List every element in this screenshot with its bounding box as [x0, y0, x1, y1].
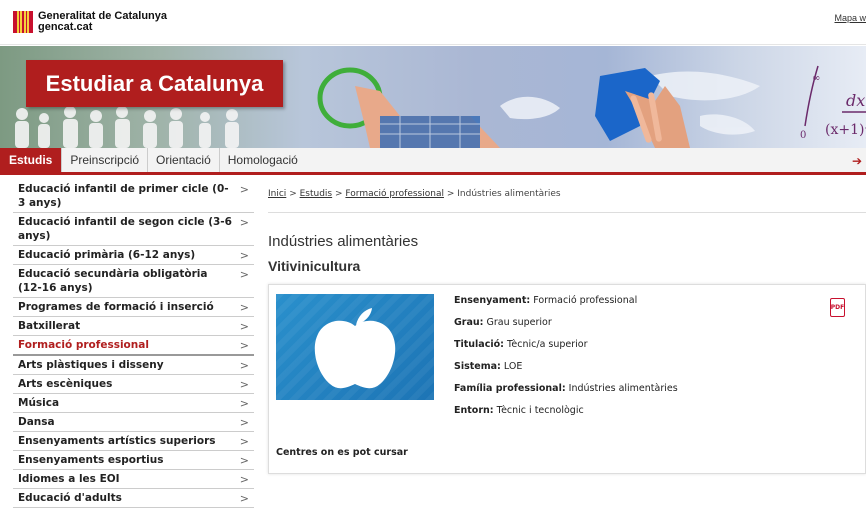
sidebar-item-arts-esceniques[interactable]: Arts escèniques >	[13, 375, 254, 394]
sidebar-item-eso[interactable]: Educació secundària obligatòria (12-16 a…	[13, 265, 254, 298]
top-bar: Generalitat de Catalunya gencat.cat Mapa…	[0, 0, 866, 45]
main-nav: Estudis Preinscripció Orientació Homolog…	[0, 148, 866, 175]
breadcrumb-current: Indústries alimentàries	[457, 189, 561, 199]
sidebar-item-formacio-professional[interactable]: Formació professional >	[13, 336, 254, 356]
gencat-logo[interactable]: Generalitat de Catalunya gencat.cat	[13, 11, 167, 33]
chevron-right-icon: >	[239, 378, 249, 391]
apple-icon	[314, 308, 396, 389]
field-titulacio: Titulació: Tècnic/a superior	[454, 339, 588, 350]
sidebar-item-infantil-segon-cicle[interactable]: Educació infantil de segon cicle (3-6 an…	[13, 213, 254, 246]
breadcrumb-link-formacio-professional[interactable]: Formació professional	[345, 189, 444, 199]
chevron-right-icon: >	[239, 216, 249, 229]
sidebar-item-infantil-primer-cicle[interactable]: Educació infantil de primer cicle (0-3 a…	[13, 180, 254, 213]
nav-tab-preinscripcio[interactable]: Preinscripció	[62, 148, 149, 172]
nav-tab-orientacio[interactable]: Orientació	[148, 148, 220, 172]
children-silhouettes-icon	[15, 106, 239, 148]
svg-text:(x+1)√x: (x+1)√x	[825, 122, 866, 138]
arrow-right-icon[interactable]: ➔	[852, 154, 862, 168]
sidebar-item-dansa[interactable]: Dansa >	[13, 413, 254, 432]
main-content: Inici > Estudis > Formació professional …	[268, 180, 866, 474]
chevron-right-icon: >	[239, 359, 249, 372]
sidebar: Educació infantil de primer cicle (0-3 a…	[13, 180, 254, 508]
sidebar-item-esportius[interactable]: Ensenyaments esportius >	[13, 451, 254, 470]
page-title: Indústries alimentàries	[268, 233, 419, 250]
sidebar-item-formacio-insercio[interactable]: Programes de formació i inserció >	[13, 298, 254, 317]
sidebar-item-primaria[interactable]: Educació primària (6-12 anys) >	[13, 246, 254, 265]
sidebar-item-artistics-superiors[interactable]: Ensenyaments artístics superiors >	[13, 432, 254, 451]
page-subtitle: Vitivinicultura	[268, 258, 361, 274]
field-ensenyament: Ensenyament: Formació professional	[454, 295, 638, 306]
chevron-right-icon: >	[239, 268, 249, 281]
site-map-link[interactable]: Mapa w	[834, 13, 866, 23]
breadcrumb: Inici > Estudis > Formació professional …	[268, 180, 866, 213]
centres-heading: Centres on es pot cursar	[276, 447, 408, 458]
pdf-icon[interactable]: PDF	[830, 298, 845, 317]
chevron-right-icon: >	[239, 320, 249, 333]
sidebar-item-arts-plastiques[interactable]: Arts plàstiques i disseny >	[13, 356, 254, 375]
hero-banner: ∞ 0 dx (x+1)√x Estudiar a Catalunya	[0, 46, 866, 148]
banner-title[interactable]: Estudiar a Catalunya	[26, 60, 283, 107]
chevron-right-icon: >	[239, 339, 249, 352]
field-sistema: Sistema: LOE	[454, 361, 523, 372]
study-image	[276, 294, 434, 400]
logo-line-2: gencat.cat	[38, 21, 93, 33]
svg-text:∞: ∞	[812, 73, 820, 84]
breadcrumb-link-estudis[interactable]: Estudis	[300, 189, 333, 199]
chevron-right-icon: >	[239, 416, 249, 429]
chevron-right-icon: >	[239, 473, 249, 486]
field-grau: Grau: Grau superior	[454, 317, 552, 328]
study-details: Ensenyament: Formació professional Grau:…	[454, 295, 678, 427]
senyera-icon	[13, 11, 33, 33]
svg-text:0: 0	[800, 130, 806, 141]
chevron-right-icon: >	[239, 492, 249, 505]
sidebar-item-batxillerat[interactable]: Batxillerat >	[13, 317, 254, 336]
nav-tab-homologacio[interactable]: Homologació	[220, 148, 306, 172]
chevron-right-icon: >	[239, 435, 249, 448]
chevron-right-icon: >	[239, 301, 249, 314]
study-card: Ensenyament: Formació professional Grau:…	[268, 284, 866, 474]
chevron-right-icon: >	[239, 183, 249, 196]
formula-text: dx	[846, 91, 865, 110]
field-entorn: Entorn: Tècnic i tecnològic	[454, 405, 584, 416]
chevron-right-icon: >	[239, 397, 249, 410]
nav-tab-estudis[interactable]: Estudis	[0, 148, 63, 172]
chevron-right-icon: >	[239, 249, 249, 262]
field-familia-professional: Família professional: Indústries aliment…	[454, 383, 678, 394]
sidebar-item-musica[interactable]: Música >	[13, 394, 254, 413]
breadcrumb-link-inici[interactable]: Inici	[268, 189, 286, 199]
sidebar-item-adults[interactable]: Educació d'adults >	[13, 489, 254, 508]
chevron-right-icon: >	[239, 454, 249, 467]
